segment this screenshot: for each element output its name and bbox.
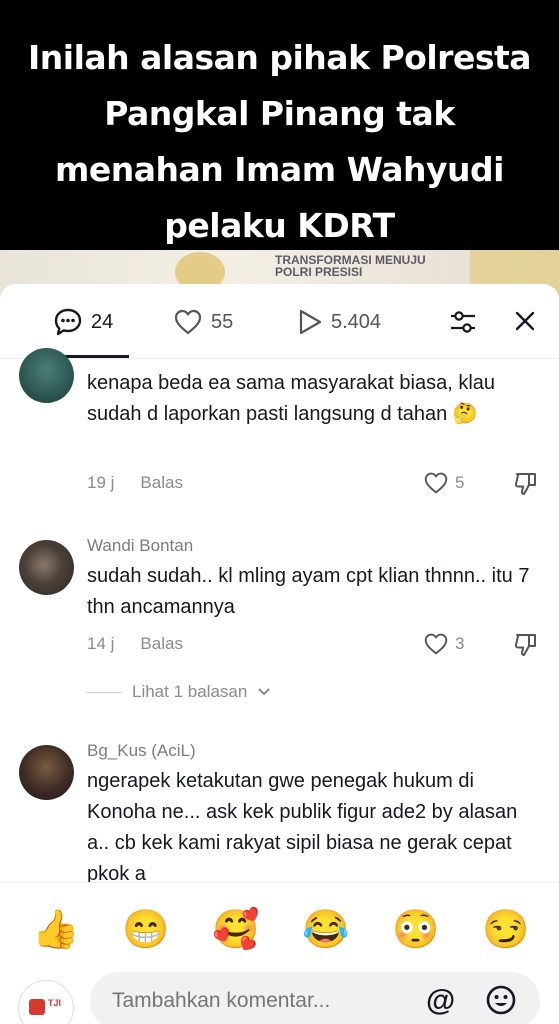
filter-sliders-icon[interactable] (448, 308, 478, 336)
comment-author[interactable]: Wandi Bontan (87, 536, 193, 556)
heart-face-emoji[interactable]: 🥰 (212, 907, 259, 953)
play-icon (299, 309, 322, 335)
avatar[interactable] (19, 348, 74, 403)
tab-comments[interactable]: 24 (53, 306, 113, 338)
comment-input-row: TJI @ (0, 972, 559, 1024)
tears-of-joy-emoji[interactable]: 😂 (302, 907, 349, 953)
like-count: 3 (455, 634, 465, 653)
comment-text: ngerapek ketakutan gwe penegak hukum di … (87, 770, 518, 885)
flushed-emoji[interactable]: 😳 (392, 907, 439, 953)
tab-views[interactable]: 5.404 (297, 306, 381, 338)
comment-time: 14 j (87, 634, 115, 653)
like-count: 5 (455, 473, 465, 492)
comment-input[interactable] (90, 972, 540, 1024)
comment-like-button[interactable]: 3 (423, 632, 464, 656)
tab-likes[interactable]: 55 (173, 306, 233, 338)
logo-mark (29, 999, 45, 1015)
heart-icon (424, 472, 448, 494)
thumbs-up-emoji[interactable]: 👍 (32, 907, 79, 953)
mention-at-icon[interactable]: @ (426, 984, 455, 1018)
views-count: 5.404 (331, 310, 382, 333)
comment-text: kenapa beda ea sama masyarakat biasa, kl… (87, 372, 496, 425)
comment-time: 19 j (87, 473, 115, 492)
logo-text: TJI (48, 998, 62, 1008)
close-icon[interactable] (513, 308, 537, 334)
comment-like-button[interactable]: 5 (423, 471, 464, 495)
avatar[interactable] (19, 745, 74, 800)
heart-icon (424, 633, 448, 655)
grin-emoji[interactable]: 😁 (122, 907, 169, 953)
reply-button[interactable]: Balas (140, 634, 183, 654)
dislike-icon[interactable] (513, 471, 539, 497)
avatar[interactable] (19, 540, 74, 595)
comments-count: 24 (91, 310, 114, 333)
comment-text: sudah sudah.. kl mling ayam cpt klian th… (87, 565, 530, 618)
channel-logo[interactable]: TJI (18, 980, 74, 1024)
smirk-emoji[interactable]: 😏 (482, 907, 529, 953)
reply-button[interactable]: Balas (140, 473, 183, 493)
view-replies-button[interactable]: Lihat 1 balasan (86, 682, 271, 702)
likes-count: 55 (211, 310, 234, 333)
comments-tabbar: 24 55 5.404 (0, 284, 559, 359)
heart-icon (174, 309, 202, 335)
emoji-picker-icon[interactable] (485, 984, 517, 1016)
video-banner-text: TRANSFORMASI MENUJU POLRI PRESISI (275, 253, 426, 279)
dislike-icon[interactable] (513, 632, 539, 658)
comments-sheet: 24 55 5.404 kenapa beda ea sama masyarak… (0, 284, 559, 1024)
comment-meta: 14 j Balas (87, 634, 183, 654)
view-replies-label: Lihat 1 balasan (132, 682, 248, 701)
chevron-down-icon (258, 688, 271, 696)
comment-author[interactable]: Bg_Kus (AciL) (87, 741, 196, 761)
video-headline: Inilah alasan pihak Polresta Pangkal Pin… (27, 38, 532, 245)
comment-meta: 19 j Balas (87, 473, 183, 493)
comment-bubble-icon (54, 308, 82, 336)
video-frame[interactable]: Inilah alasan pihak Polresta Pangkal Pin… (0, 0, 559, 250)
emoji-quick-bar: 👍 😁 🥰 😂 😳 😏 (0, 882, 559, 973)
divider-line (86, 691, 122, 693)
